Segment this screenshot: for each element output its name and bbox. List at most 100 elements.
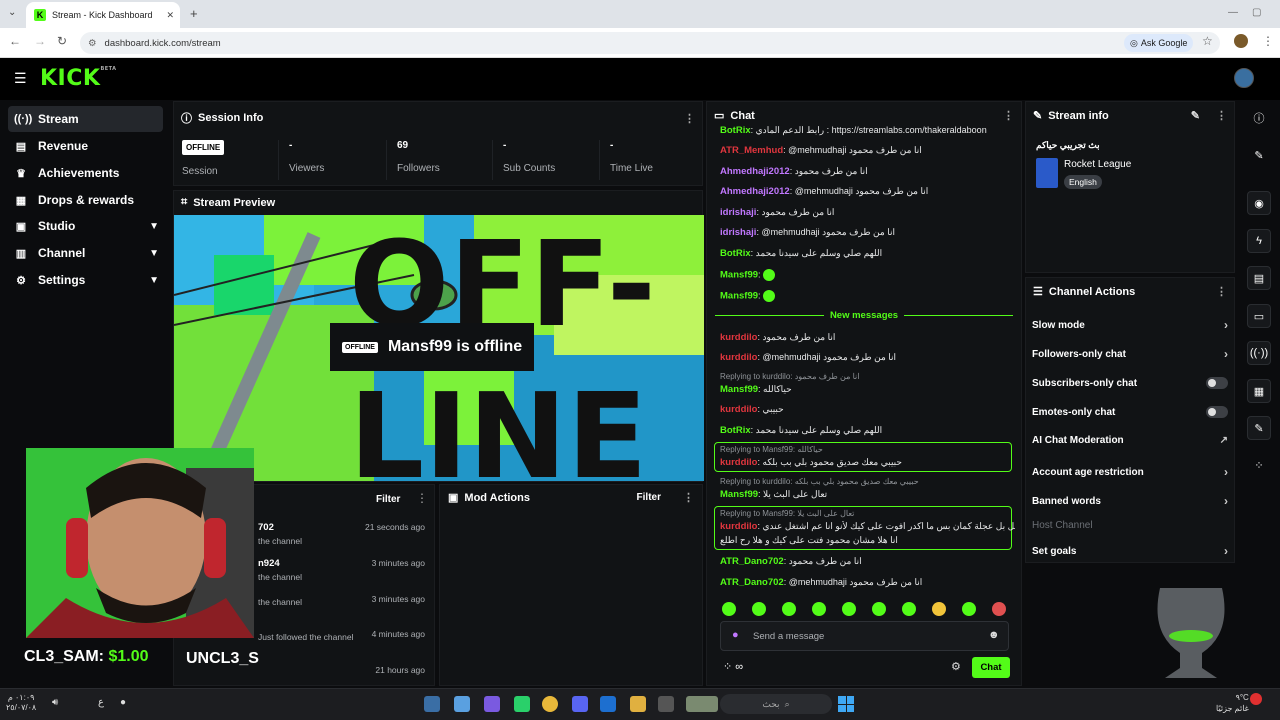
offline-artwork: OFF- LINE OFFLINE Mansf99 is offline (174, 215, 704, 481)
reload-icon[interactable]: ↻ (57, 34, 67, 48)
site-info-icon[interactable]: ⚙ (88, 38, 97, 49)
chrome-icon[interactable] (542, 696, 558, 712)
chat-input[interactable]: Send a message (720, 621, 1009, 651)
kick-logo[interactable]: KICKBETA (40, 66, 117, 91)
broadcast-icon[interactable]: ((·)) (1247, 341, 1271, 365)
more-options-icon[interactable]: ⋮ (1216, 109, 1227, 122)
emote-icon[interactable] (842, 602, 856, 616)
sidebar-item-studio[interactable]: ▣ Studio ▼ (8, 213, 163, 239)
emote-icon[interactable] (992, 602, 1006, 616)
taskbar-app-icon[interactable] (454, 696, 470, 712)
taskbar-app-icon[interactable] (658, 696, 674, 712)
subscribers-only-toggle[interactable] (1206, 377, 1228, 389)
emote-icon[interactable] (812, 602, 826, 616)
sidebar-item-achievements[interactable]: ♛ Achievements (8, 160, 163, 186)
camera-icon[interactable]: ◉ (1247, 191, 1271, 215)
more-options-icon[interactable]: ⋮ (683, 491, 694, 504)
sidebar-item-label: Revenue (38, 139, 89, 153)
list-icon[interactable]: ▤ (1247, 266, 1271, 290)
emote-icon[interactable] (872, 602, 886, 616)
bookmark-star-icon[interactable]: ☆ (1202, 34, 1213, 48)
weather-widget[interactable]: ٩°C غائم جزئيًا (1216, 692, 1249, 714)
slow-mode-row[interactable]: Slow mode › (1032, 318, 1228, 332)
layout-icon[interactable]: ▦ (1247, 379, 1271, 403)
windows-start-icon[interactable] (838, 696, 854, 712)
sidebar-item-revenue[interactable]: ▤ Revenue (8, 133, 163, 159)
mic-icon[interactable]: ● (732, 629, 739, 641)
mic-tray-icon[interactable]: ● (120, 697, 126, 708)
taskbar-app-icon[interactable] (424, 696, 440, 712)
forward-icon[interactable]: → (34, 34, 46, 48)
more-options-icon[interactable]: ⋮ (1216, 285, 1227, 298)
discord-icon[interactable] (572, 696, 588, 712)
taskbar-app-icon[interactable] (514, 696, 530, 712)
emote-icon[interactable] (722, 602, 736, 616)
browser-tab[interactable]: K Stream - Kick Dashboard ✕ (26, 2, 180, 28)
infinity-icon[interactable]: ⁘ ∞ (723, 660, 743, 673)
hamburger-menu-icon[interactable]: ☰ (14, 70, 27, 87)
lightning-icon[interactable]: ϟ (1247, 229, 1271, 253)
clock[interactable]: ٠١:٠٩ م ٢٥/٠٧/٠٨ (6, 693, 36, 713)
emote-icon[interactable] (962, 602, 976, 616)
sidebar-item-settings[interactable]: ⚙ Settings ▼ (8, 267, 163, 293)
account-age-row[interactable]: Account age restriction › (1032, 465, 1228, 479)
back-icon[interactable]: ← (9, 34, 21, 48)
ask-google-button[interactable]: ◎ Ask Google (1124, 34, 1194, 52)
pencil-icon[interactable]: ✎ (1247, 143, 1271, 167)
chevron-right-icon: › (1224, 494, 1228, 508)
kick-header (0, 58, 1280, 100)
new-tab-icon[interactable]: + (190, 6, 198, 21)
mod-filter-button[interactable]: Filter (637, 492, 661, 503)
emote-icon[interactable] (752, 602, 766, 616)
chat-message: BotRix: اللهم صلي وسلم على سيدنا محمد (720, 248, 883, 259)
ai-moderation-row[interactable]: AI Chat Moderation ↗ (1032, 435, 1228, 446)
stat-followers: 69 Followers (386, 140, 486, 180)
taskbar-app-icon[interactable] (686, 696, 718, 712)
reply-context: Replying to kurddilo: حبيبي معك صديق محم… (720, 477, 919, 486)
store-icon[interactable] (600, 696, 616, 712)
file-explorer-icon[interactable] (630, 696, 646, 712)
address-bar[interactable]: ⚙ dashboard.kick.com/stream (80, 32, 1220, 54)
taskbar-search[interactable]: بحث ⌕ (720, 694, 832, 714)
edit-icon[interactable]: ✎ (1191, 109, 1200, 122)
apps-icon[interactable]: ⁘ (1247, 453, 1271, 477)
close-tab-icon[interactable]: ✕ (166, 10, 174, 21)
profile-avatar[interactable] (1234, 34, 1248, 48)
sidebar-item-channel[interactable]: ▥ Channel ▼ (8, 240, 163, 266)
channel-actions-header: ☰ Channel Actions ⋮ (1026, 278, 1234, 305)
wrench-icon[interactable]: ✎ (1247, 416, 1271, 440)
user-avatar[interactable] (1234, 68, 1254, 88)
search-icon: ⌕ (784, 698, 790, 709)
chat-message: ATR_Dano702: انا من طرف محمود (720, 556, 862, 567)
tab-list-icon[interactable]: ⌄ (8, 7, 16, 18)
input-language[interactable]: ع (98, 697, 104, 708)
emote-icon[interactable] (932, 602, 946, 616)
chat-bubble-icon[interactable]: ▭ (1247, 304, 1271, 328)
language-badge: English (1064, 175, 1102, 189)
chat-settings-icon[interactable]: ⚙ (951, 660, 961, 673)
channel-actions-panel: ☰ Channel Actions ⋮ Slow mode › Followers… (1025, 277, 1235, 563)
banned-words-row[interactable]: Banned words › (1032, 494, 1228, 508)
volume-icon[interactable]: 🔊︎ (52, 697, 58, 708)
emote-icon[interactable] (902, 602, 916, 616)
emotes-only-toggle[interactable] (1206, 406, 1228, 418)
emote-icon[interactable] (782, 602, 796, 616)
taskbar-app-icon[interactable] (484, 696, 500, 712)
activity-filter-button[interactable]: Filter (376, 491, 400, 505)
sidebar-item-label: Studio (38, 219, 76, 233)
chat-send-button[interactable]: Chat (972, 657, 1010, 678)
info-icon[interactable]: ⓘ (1247, 106, 1271, 130)
set-goals-row[interactable]: Set goals › (1032, 544, 1228, 558)
chat-message-continued: انا هلا مشان محمود فتت على كيك و هلا رح … (720, 535, 898, 545)
stream-icon: ((·)) (14, 113, 33, 125)
emoji-picker-icon[interactable]: ☻ (988, 629, 1000, 641)
more-options-icon[interactable]: ⋮ (684, 112, 695, 125)
more-options-icon[interactable]: ⋮ (1003, 109, 1014, 122)
more-options-icon[interactable]: ⋮ (416, 491, 428, 505)
followers-only-row[interactable]: Followers-only chat › (1032, 347, 1228, 361)
stat-viewers: - Viewers (278, 140, 378, 180)
sidebar-item-stream[interactable]: ((·)) Stream (8, 106, 163, 132)
window-controls[interactable]: — ▢ (1228, 7, 1278, 18)
browser-menu-icon[interactable]: ⋮ (1262, 34, 1274, 48)
sidebar-item-drops[interactable]: ▦ Drops & rewards (8, 187, 163, 213)
